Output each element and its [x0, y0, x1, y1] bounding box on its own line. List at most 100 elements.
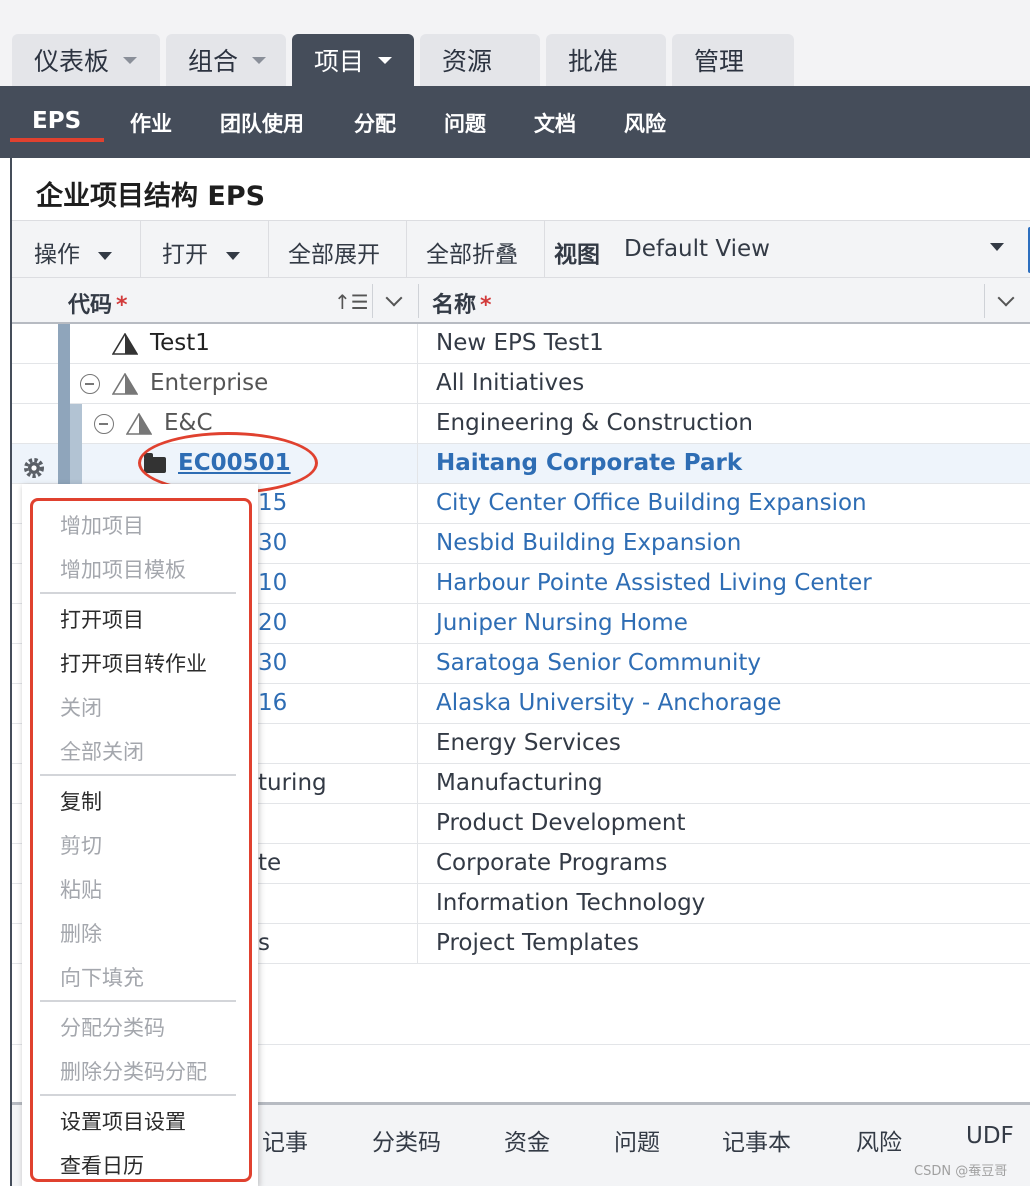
menu-item-assign-codes[interactable]: 分配分类码 — [60, 1012, 165, 1042]
menu-item-set-project-settings[interactable]: 设置项目设置 — [60, 1106, 186, 1136]
toolbar-divider — [544, 221, 545, 279]
table-row[interactable]: Test1 New EPS Test1 — [12, 324, 1030, 364]
menu-item-fill-down[interactable]: 向下填充 — [60, 962, 144, 992]
tab-portfolio-label: 组合 — [188, 47, 239, 76]
eps-node-icon — [112, 373, 138, 395]
name-text: Engineering & Construction — [436, 410, 754, 436]
chevron-down-icon[interactable] — [990, 243, 1004, 251]
code-text: Test1 — [150, 330, 210, 356]
tree-level-bar — [58, 364, 70, 404]
view-select[interactable]: Default View — [624, 236, 770, 262]
tab-projects[interactable]: 项目 — [292, 34, 414, 86]
open-menu-button[interactable]: 打开 — [162, 235, 240, 269]
expand-all-button[interactable]: 全部展开 — [288, 235, 380, 269]
code-text: turing — [258, 770, 327, 796]
chevron-down-icon[interactable] — [385, 289, 403, 307]
menu-item-cut[interactable]: 剪切 — [60, 830, 102, 860]
detail-tab-funding[interactable]: 资金 — [504, 1123, 550, 1157]
tab-approvals[interactable]: 批准 — [546, 34, 666, 86]
name-text[interactable]: Nesbid Building Expansion — [436, 530, 741, 556]
name-text[interactable]: City Center Office Building Expansion — [436, 490, 867, 516]
subnav-issues[interactable]: 问题 — [444, 108, 486, 138]
name-text[interactable]: Harbour Pointe Assisted Living Center — [436, 570, 872, 596]
name-text: Corporate Programs — [436, 850, 668, 876]
menu-item-open-project[interactable]: 打开项目 — [60, 604, 144, 634]
collapse-icon[interactable] — [80, 374, 100, 394]
code-text[interactable]: 20 — [258, 610, 287, 636]
code-cell: Test1 — [12, 324, 418, 364]
page-title: 企业项目结构 EPS — [36, 181, 266, 212]
menu-item-delete[interactable]: 删除 — [60, 918, 102, 948]
detail-tab-notes[interactable]: 记事 — [262, 1123, 308, 1157]
subnav-eps[interactable]: EPS — [32, 108, 81, 134]
subnav-team-usage[interactable]: 团队使用 — [220, 108, 304, 138]
column-header-name[interactable]: 名称 * — [432, 287, 492, 319]
tree-level-bar — [58, 324, 70, 364]
subnav-activities[interactable]: 作业 — [130, 108, 172, 138]
code-text[interactable]: 30 — [258, 530, 287, 556]
menu-item-paste[interactable]: 粘贴 — [60, 874, 102, 904]
menu-separator — [40, 1000, 236, 1002]
gear-icon[interactable] — [20, 454, 48, 482]
detail-tab-risks[interactable]: 风险 — [856, 1123, 902, 1157]
tab-dashboard[interactable]: 仪表板 — [12, 34, 160, 86]
menu-item-add-project-template[interactable]: 增加项目模板 — [60, 554, 186, 584]
menu-item-delete-code-assignment[interactable]: 删除分类码分配 — [60, 1056, 207, 1086]
header-divider — [418, 284, 419, 318]
code-text[interactable]: 15 — [258, 490, 287, 516]
name-text[interactable]: Juniper Nursing Home — [436, 610, 688, 636]
subnav-assignments[interactable]: 分配 — [354, 108, 396, 138]
code-text: s — [258, 930, 270, 956]
tree-level-bar — [58, 404, 70, 444]
menu-item-copy[interactable]: 复制 — [60, 786, 102, 816]
name-text: Manufacturing — [436, 770, 603, 796]
subnav-documents[interactable]: 文档 — [534, 108, 576, 138]
menu-item-close[interactable]: 关闭 — [60, 692, 102, 722]
toolbar: 操作 打开 全部展开 全部折叠 视图 Default View — [12, 220, 1030, 279]
menu-item-view-calendar[interactable]: 查看日历 — [60, 1150, 144, 1180]
sub-navigation: EPS 作业 团队使用 分配 问题 文档 风险 — [0, 86, 1030, 158]
tab-approvals-label: 批准 — [568, 47, 619, 76]
collapse-icon[interactable] — [94, 414, 114, 434]
actions-menu-button[interactable]: 操作 — [34, 235, 112, 269]
chevron-down-icon[interactable] — [997, 289, 1015, 307]
toolbar-divider — [406, 221, 407, 279]
name-text: Product Development — [436, 810, 686, 836]
menu-item-close-all[interactable]: 全部关闭 — [60, 736, 144, 766]
name-text[interactable]: Alaska University - Anchorage — [436, 690, 781, 716]
view-label: 视图 — [554, 242, 600, 268]
code-text[interactable]: 10 — [258, 570, 287, 596]
tab-portfolio[interactable]: 组合 — [166, 34, 286, 86]
table-row[interactable]: Enterprise All Initiatives — [12, 364, 1030, 404]
menu-item-add-project[interactable]: 增加项目 — [60, 510, 144, 540]
tab-resources[interactable]: 资源 — [420, 34, 540, 86]
table-row[interactable]: E&C Engineering & Construction — [12, 404, 1030, 444]
code-text[interactable]: 30 — [258, 650, 287, 676]
watermark: CSDN @蚕豆哥 — [914, 1164, 1008, 1179]
menu-separator — [40, 774, 236, 776]
name-text[interactable]: Saratoga Senior Community — [436, 650, 761, 676]
subnav-risks[interactable]: 风险 — [624, 108, 666, 138]
code-header-label: 代码 — [68, 293, 113, 318]
active-underline — [10, 138, 104, 142]
code-cell: Enterprise — [12, 364, 418, 404]
top-tab-bar: 仪表板 组合 项目 资源 批准 管理 — [0, 0, 1030, 86]
sort-icon[interactable]: ↑☰ — [334, 290, 369, 314]
eps-node-icon — [112, 333, 138, 355]
collapse-all-button[interactable]: 全部折叠 — [426, 235, 518, 269]
name-text[interactable]: Haitang Corporate Park — [436, 450, 742, 476]
chevron-down-icon — [378, 56, 393, 64]
name-text: All Initiatives — [436, 370, 585, 396]
detail-tab-notebook[interactable]: 记事本 — [722, 1123, 791, 1157]
column-header-code[interactable]: 代码 * — [68, 287, 128, 319]
tab-admin[interactable]: 管理 — [672, 34, 794, 86]
chevron-down-icon — [252, 56, 267, 64]
code-text[interactable]: 16 — [258, 690, 287, 716]
detail-tab-codes[interactable]: 分类码 — [372, 1123, 441, 1157]
required-mark: * — [116, 293, 128, 318]
menu-item-open-project-activities[interactable]: 打开项目转作业 — [60, 648, 207, 678]
detail-tab-udf[interactable]: UDF — [966, 1123, 1014, 1149]
chevron-down-icon — [123, 56, 138, 64]
detail-tab-issues[interactable]: 问题 — [614, 1123, 660, 1157]
required-mark: * — [480, 293, 492, 318]
